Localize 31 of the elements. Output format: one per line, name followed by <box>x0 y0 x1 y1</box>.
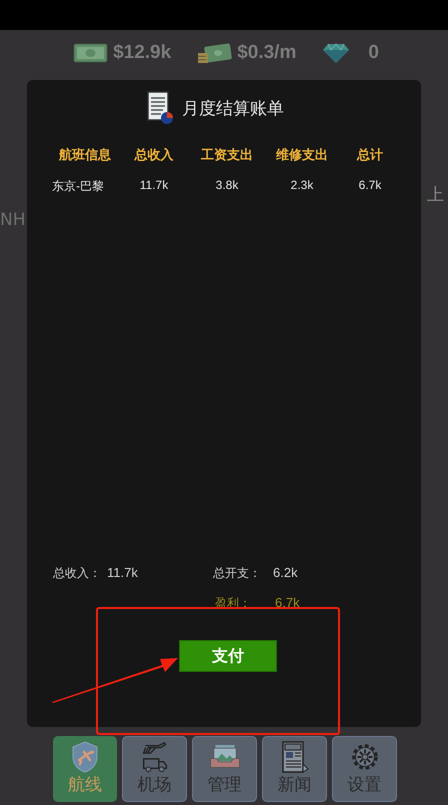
dialog-title: 月度结算账单 <box>182 98 284 120</box>
table-cell-text: 11.7k <box>138 178 170 194</box>
expense-label: 总开支： <box>213 565 262 582</box>
column-header: 维修支出 <box>275 146 329 164</box>
diamond-icon <box>322 42 350 64</box>
table-cell-text: 3.8k <box>214 178 240 194</box>
profit-value: 6.7k <box>275 595 300 612</box>
income-value: 11.7k <box>107 565 138 582</box>
nav-tab[interactable]: 设置 <box>332 736 397 802</box>
column-header: 航班信息 <box>58 146 112 164</box>
table-cell-text: 东京-巴黎 <box>52 178 105 195</box>
stat-value: 0 <box>368 42 379 64</box>
cash-icon <box>73 42 110 64</box>
background-text: 上 <box>427 184 444 206</box>
table-cell-text: 2.3k <box>290 178 314 194</box>
money-coins-icon <box>197 42 234 64</box>
nav-tab[interactable]: 管理 <box>192 736 257 802</box>
pay-button[interactable]: 支付 <box>179 640 277 672</box>
column-header: 总计 <box>356 147 384 164</box>
report-icon <box>146 91 174 125</box>
expense-value: 6.2k <box>273 565 298 582</box>
stat-value: $0.3/m <box>237 42 296 64</box>
column-header: 工资支出 <box>200 147 254 164</box>
column-header: 总收入 <box>133 146 174 164</box>
nav-tab[interactable]: 航线 <box>53 736 117 802</box>
table-cell-text: 6.7k <box>358 178 382 194</box>
background-text: NH <box>0 210 26 230</box>
stat-value: $12.9k <box>113 42 172 64</box>
nav-tab[interactable]: 机场 <box>122 736 187 802</box>
income-label: 总收入： <box>53 565 101 582</box>
nav-tab[interactable]: 新闻 <box>262 736 327 802</box>
